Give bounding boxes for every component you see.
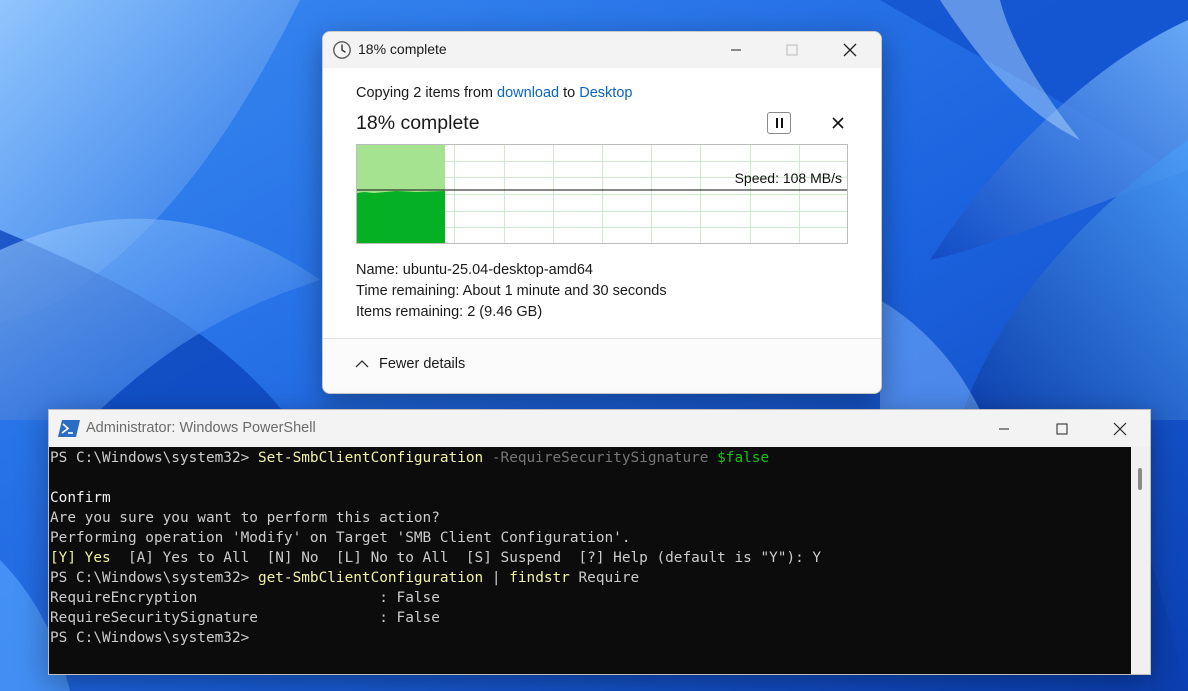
detail-label: Time remaining: xyxy=(356,283,460,299)
console-text: | xyxy=(483,570,510,586)
detail-items-remaining: Items remaining: 2 (9.46 GB) xyxy=(356,302,667,323)
detail-value: ubuntu-25.04-desktop-amd64 xyxy=(402,262,593,278)
console-text: $false xyxy=(717,450,770,466)
close-button[interactable] xyxy=(827,32,873,68)
console-text: Require xyxy=(569,570,640,586)
console-text: RequireSecuritySignature : False xyxy=(50,610,440,626)
close-icon xyxy=(843,43,857,57)
detail-time-remaining: Time remaining: About 1 minute and 30 se… xyxy=(356,281,667,302)
console-text: [A] Yes to All [N] No [L] No to All [S] … xyxy=(127,550,822,566)
console-text: PS C:\Windows\system32> xyxy=(50,570,258,586)
detail-value: About 1 minute and 30 seconds xyxy=(462,283,667,299)
source-folder-link[interactable]: download xyxy=(497,85,559,101)
console-line: Are you sure you want to perform this ac… xyxy=(49,508,1131,528)
speed-history-fill xyxy=(357,191,445,243)
ps-close-button[interactable] xyxy=(1097,410,1143,447)
maximize-button[interactable] xyxy=(769,32,815,68)
console-line: RequireSecuritySignature : False xyxy=(49,608,1131,628)
speed-label: Speed: 108 MB/s xyxy=(734,170,842,186)
minimize-icon xyxy=(999,428,1009,429)
minimize-icon xyxy=(731,49,741,51)
console-text: PS C:\Windows\system32> xyxy=(50,450,258,466)
detail-value: 2 (9.46 GB) xyxy=(467,304,543,320)
detail-label: Items remaining: xyxy=(356,304,464,320)
console-line: RequireEncryption : False xyxy=(49,588,1131,608)
console-text: RequireEncryption : False xyxy=(50,590,440,606)
dialog-footer: Fewer details xyxy=(323,338,881,393)
fewer-details-label: Fewer details xyxy=(379,356,466,372)
close-icon xyxy=(1113,422,1127,435)
ps-maximize-button[interactable] xyxy=(1039,410,1085,447)
console-line: [Y] Yes [A] Yes to All [N] No [L] No to … xyxy=(49,548,1131,568)
console-text: Set-SmbClientConfiguration xyxy=(257,450,484,466)
console-text: Are you sure you want to perform this ac… xyxy=(50,510,440,526)
pause-icon xyxy=(775,118,778,128)
console-text: findstr xyxy=(509,570,570,586)
copying-prefix-text: Copying 2 items from xyxy=(356,85,498,101)
copying-summary: Copying 2 items from download to Desktop xyxy=(356,85,632,101)
pause-button[interactable] xyxy=(767,112,791,134)
copying-mid-text: to xyxy=(559,85,580,101)
console-scrollbar[interactable] xyxy=(1131,447,1150,674)
minimize-button[interactable] xyxy=(713,32,759,68)
dialog-titlebar[interactable]: 18% complete xyxy=(323,32,881,68)
console-line: PS C:\Windows\system32> xyxy=(49,628,1131,648)
console-text: -RequireSecuritySignature xyxy=(483,450,718,466)
cancel-copy-button[interactable] xyxy=(829,113,847,133)
console-line: Confirm xyxy=(49,488,1131,508)
transfer-speed-graph: Speed: 108 MB/s xyxy=(356,144,848,244)
powershell-icon xyxy=(58,420,80,437)
speed-graph-canvas xyxy=(356,144,848,244)
console-text: get-SmbClientConfiguration xyxy=(257,570,484,586)
pause-icon-bar xyxy=(780,118,783,128)
copy-details: Name: ubuntu-25.04-desktop-amd64 Time re… xyxy=(356,260,667,323)
clock-icon xyxy=(333,41,351,59)
console-line: Performing operation 'Modify' on Target … xyxy=(49,528,1131,548)
dialog-title: 18% complete xyxy=(358,41,447,57)
detail-name: Name: ubuntu-25.04-desktop-amd64 xyxy=(356,260,667,281)
console-line: PS C:\Windows\system32> get-SmbClientCon… xyxy=(49,568,1131,588)
progress-heading: 18% complete xyxy=(356,112,480,134)
scrollbar-thumb[interactable] xyxy=(1138,468,1142,490)
console-text: Confirm xyxy=(50,490,111,506)
powershell-window: Administrator: Windows PowerShell PS C:\… xyxy=(48,409,1151,675)
powershell-titlebar[interactable]: Administrator: Windows PowerShell xyxy=(49,410,1150,447)
detail-label: Name: xyxy=(356,262,399,278)
console-text: [Y] Yes xyxy=(50,550,128,566)
maximize-icon xyxy=(786,44,798,56)
console-text: Performing operation 'Modify' on Target … xyxy=(50,530,631,546)
copy-progress-dialog: 18% complete Copying 2 items from downlo… xyxy=(322,31,882,394)
close-icon xyxy=(832,117,844,129)
destination-folder-link[interactable]: Desktop xyxy=(579,85,632,101)
console-output[interactable]: PS C:\Windows\system32> Set-SmbClientCon… xyxy=(49,447,1131,674)
console-line: PS C:\Windows\system32> Set-SmbClientCon… xyxy=(49,448,1131,468)
ps-minimize-button[interactable] xyxy=(981,410,1027,447)
powershell-title: Administrator: Windows PowerShell xyxy=(86,420,316,436)
console-text: PS C:\Windows\system32> xyxy=(50,630,250,646)
maximize-icon xyxy=(1056,423,1068,434)
chevron-up-icon xyxy=(355,360,369,368)
fewer-details-button[interactable]: Fewer details xyxy=(355,353,465,375)
